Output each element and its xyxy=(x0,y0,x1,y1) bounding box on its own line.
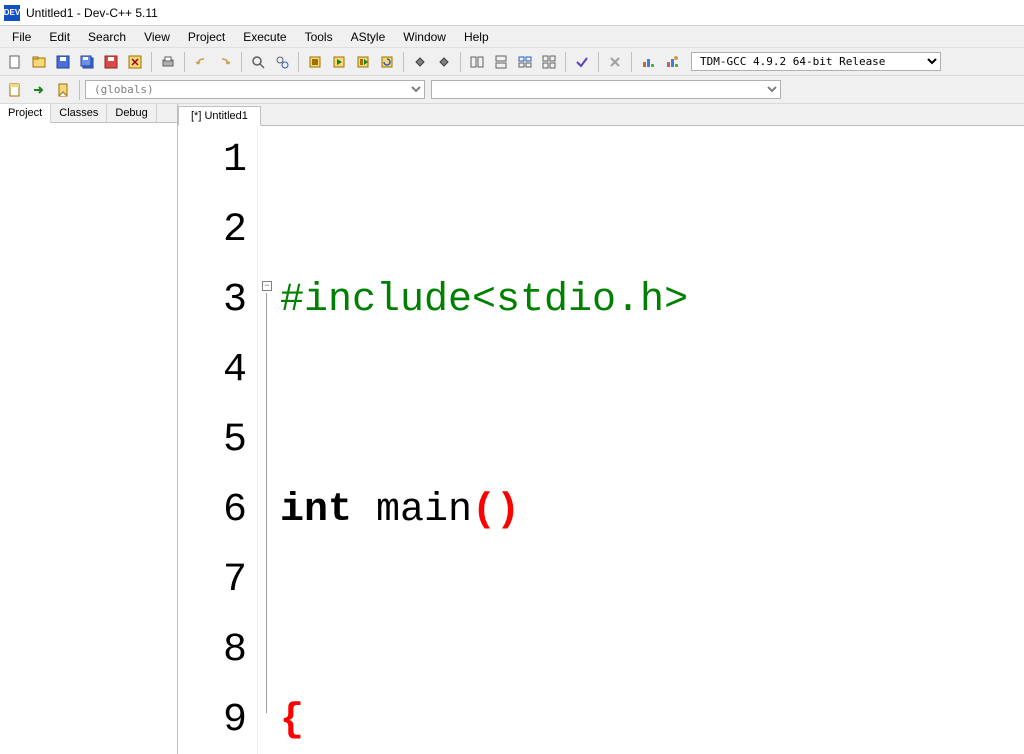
new-project-button[interactable] xyxy=(28,51,50,73)
app-icon: DEV xyxy=(4,5,20,21)
compiler-select[interactable]: TDM-GCC 4.9.2 64-bit Release xyxy=(691,52,941,71)
line-number: 6 xyxy=(178,476,247,546)
line-number: 1 xyxy=(178,126,247,196)
line-number: 3 xyxy=(178,266,247,336)
sidebar: Project Classes Debug xyxy=(0,104,178,754)
layout1-button[interactable] xyxy=(466,51,488,73)
print-button[interactable] xyxy=(157,51,179,73)
sidebar-tabs: Project Classes Debug xyxy=(0,104,177,123)
line-number: 4 xyxy=(178,336,247,406)
menu-bar: File Edit Search View Project Execute To… xyxy=(0,26,1024,48)
clear-button[interactable] xyxy=(604,51,626,73)
sidebar-tab-debug[interactable]: Debug xyxy=(107,104,156,122)
debug-button[interactable] xyxy=(409,51,431,73)
new-source-button[interactable] xyxy=(4,79,26,101)
menu-project[interactable]: Project xyxy=(180,28,233,46)
toolbar-separator xyxy=(460,52,461,72)
menu-window[interactable]: Window xyxy=(395,28,454,46)
toolbar-separator xyxy=(598,52,599,72)
sidebar-tab-classes[interactable]: Classes xyxy=(51,104,107,122)
window-title: Untitled1 - Dev-C++ 5.11 xyxy=(26,6,158,20)
layout2-button[interactable] xyxy=(490,51,512,73)
line-number: 9 xyxy=(178,686,247,754)
redo-button[interactable] xyxy=(214,51,236,73)
save-all-button[interactable] xyxy=(76,51,98,73)
menu-search[interactable]: Search xyxy=(80,28,134,46)
globals-combo[interactable]: (globals) xyxy=(85,80,425,99)
sidebar-tab-project[interactable]: Project xyxy=(0,104,51,123)
punct: () xyxy=(472,488,520,533)
editor-area: [*] Untitled1 1 2 3 4 5 6 7 8 9 − #inclu… xyxy=(178,104,1024,754)
rebuild-button[interactable] xyxy=(376,51,398,73)
toolbar-separator xyxy=(403,52,404,72)
menu-astyle[interactable]: AStyle xyxy=(343,28,394,46)
sidebar-body xyxy=(0,123,177,754)
title-bar: DEV Untitled1 - Dev-C++ 5.11 xyxy=(0,0,1024,26)
save-button[interactable] xyxy=(52,51,74,73)
toolbar-separator xyxy=(79,80,80,100)
fold-column: − xyxy=(258,126,278,754)
compile-button[interactable] xyxy=(304,51,326,73)
bookmark-button[interactable] xyxy=(52,79,74,101)
keyword: int xyxy=(280,488,352,533)
layout4-button[interactable] xyxy=(538,51,560,73)
toolbar-separator xyxy=(151,52,152,72)
fold-toggle-icon[interactable]: − xyxy=(262,281,272,291)
code-editor[interactable]: 1 2 3 4 5 6 7 8 9 − #include<stdio.h> in… xyxy=(178,126,1024,754)
line-number: 8 xyxy=(178,616,247,686)
toolbar-nav: (globals) xyxy=(0,76,1024,104)
fold-line xyxy=(266,293,267,713)
profile2-button[interactable] xyxy=(661,51,683,73)
goto-button[interactable] xyxy=(28,79,50,101)
close-button[interactable] xyxy=(124,51,146,73)
line-number-gutter: 1 2 3 4 5 6 7 8 9 xyxy=(178,126,258,754)
stop-button[interactable] xyxy=(433,51,455,73)
toolbar-separator xyxy=(298,52,299,72)
undo-button[interactable] xyxy=(190,51,212,73)
menu-execute[interactable]: Execute xyxy=(235,28,294,46)
brace: { xyxy=(280,698,304,743)
menu-edit[interactable]: Edit xyxy=(41,28,78,46)
menu-view[interactable]: View xyxy=(136,28,178,46)
menu-help[interactable]: Help xyxy=(456,28,497,46)
editor-tabs: [*] Untitled1 xyxy=(178,104,1024,126)
line-number: 2 xyxy=(178,196,247,266)
toolbar-separator xyxy=(565,52,566,72)
new-file-button[interactable] xyxy=(4,51,26,73)
line-number: 5 xyxy=(178,406,247,476)
identifier: main xyxy=(352,488,472,533)
code-content[interactable]: #include<stdio.h> int main() { int a, b,… xyxy=(278,126,1024,754)
layout3-button[interactable] xyxy=(514,51,536,73)
toolbar-main: TDM-GCC 4.9.2 64-bit Release xyxy=(0,48,1024,76)
editor-tab-untitled[interactable]: [*] Untitled1 xyxy=(178,106,261,126)
toolbar-separator xyxy=(184,52,185,72)
toolbar-separator xyxy=(631,52,632,72)
preprocessor: #include<stdio.h> xyxy=(280,278,688,323)
find-button[interactable] xyxy=(247,51,269,73)
main-area: Project Classes Debug [*] Untitled1 1 2 … xyxy=(0,104,1024,754)
toolbar-separator xyxy=(241,52,242,72)
save-as-button[interactable] xyxy=(100,51,122,73)
replace-button[interactable] xyxy=(271,51,293,73)
symbols-combo[interactable] xyxy=(431,80,781,99)
menu-tools[interactable]: Tools xyxy=(297,28,341,46)
check-button[interactable] xyxy=(571,51,593,73)
compile-run-button[interactable] xyxy=(352,51,374,73)
profile-button[interactable] xyxy=(637,51,659,73)
line-number: 7 xyxy=(178,546,247,616)
menu-file[interactable]: File xyxy=(4,28,39,46)
run-button[interactable] xyxy=(328,51,350,73)
